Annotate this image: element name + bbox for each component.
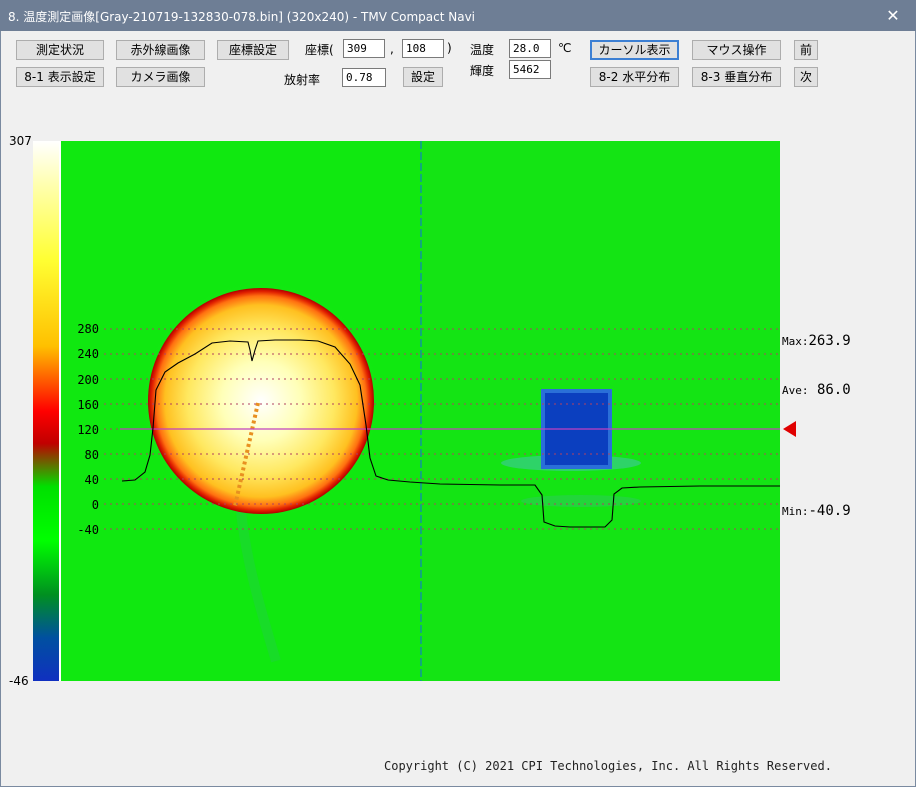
min-label: Min: [782, 505, 809, 518]
coord-setting-button[interactable]: 座標設定 [217, 40, 289, 60]
window-title: 8. 温度測定画像[Gray-210719-132830-078.bin] (3… [8, 10, 476, 24]
hot-object [148, 288, 374, 514]
thermal-image[interactable] [61, 141, 780, 681]
min-value: -40.9 [808, 503, 851, 519]
brightness-field: 5462 [509, 60, 551, 79]
scale-max-label: 307 [9, 134, 32, 148]
ave-stat: Ave: 86.0 [782, 382, 851, 398]
coord-close: ) [447, 41, 452, 55]
next-button[interactable]: 次 [794, 67, 818, 87]
temp-unit: ℃ [558, 41, 572, 55]
set-button[interactable]: 設定 [403, 67, 443, 87]
vertical-dist-button[interactable]: 8-3 垂直分布 [692, 67, 781, 87]
measure-status-button[interactable]: 測定状況 [16, 40, 104, 60]
title-bar: 8. 温度測定画像[Gray-210719-132830-078.bin] (3… [0, 0, 916, 31]
thermal-scene [61, 141, 780, 681]
coord-x-field[interactable]: 309 [343, 39, 385, 58]
copyright-text: Copyright (C) 2021 CPI Technologies, Inc… [384, 759, 832, 773]
close-icon[interactable]: ✕ [870, 0, 916, 31]
color-scale-bar [33, 141, 59, 681]
scale-min-label: -46 [9, 674, 29, 688]
max-label: Max: [782, 335, 809, 348]
max-value: 263.9 [808, 333, 851, 349]
temp-field: 28.0 [509, 39, 551, 58]
cursor-display-button[interactable]: カーソル表示 [590, 40, 679, 60]
min-stat: Min:-40.9 [782, 503, 851, 519]
emissivity-label: 放射率 [284, 73, 321, 87]
coord-comma: , [390, 42, 394, 56]
emissivity-field[interactable]: 0.78 [342, 68, 386, 87]
brightness-label: 輝度 [470, 64, 495, 78]
cold-object [545, 393, 608, 465]
ave-label: Ave: [782, 384, 809, 397]
coord-y-field[interactable]: 108 [402, 39, 444, 58]
mouse-operation-button[interactable]: マウス操作 [692, 40, 781, 60]
ave-value: 86.0 [816, 382, 851, 398]
display-setting-button[interactable]: 8-1 表示設定 [16, 67, 104, 87]
camera-image-button[interactable]: カメラ画像 [116, 67, 205, 87]
temp-label: 温度 [470, 43, 495, 57]
infrared-image-button[interactable]: 赤外線画像 [116, 40, 205, 60]
max-stat: Max:263.9 [782, 333, 851, 349]
horizontal-dist-button[interactable]: 8-2 水平分布 [590, 67, 679, 87]
coord-label: 座標( [305, 43, 334, 57]
prev-button[interactable]: 前 [794, 40, 818, 60]
